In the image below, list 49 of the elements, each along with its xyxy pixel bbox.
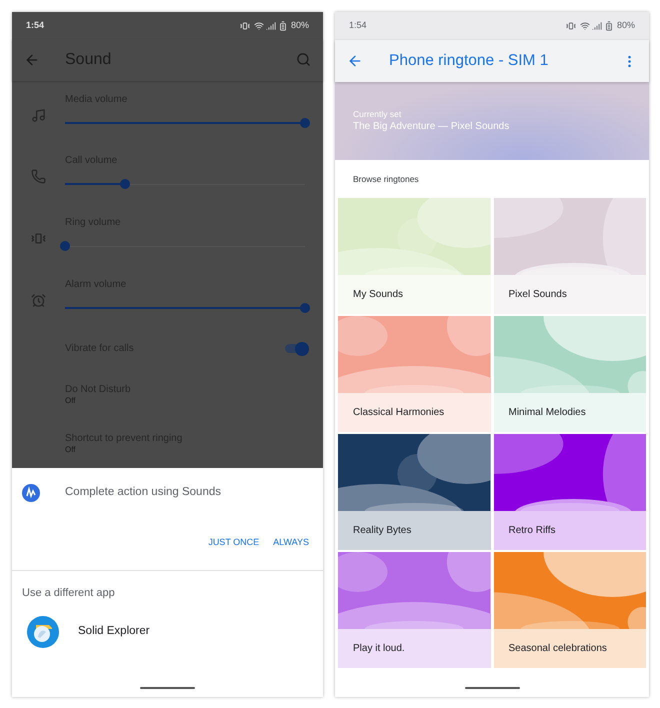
slider-icon	[31, 292, 46, 308]
battery-icon	[604, 21, 614, 31]
status-time: 1:54	[26, 18, 44, 32]
battery-percent: 80%	[290, 18, 309, 32]
toggle-switch[interactable]	[283, 342, 309, 356]
vibrate-icon	[566, 21, 576, 31]
status-time: 1:54	[349, 19, 367, 32]
section-heading: Browse ringtones	[352, 172, 420, 186]
banner-label: Currently set	[353, 108, 402, 120]
tile-label: Retro Riffs	[494, 511, 646, 550]
tile-label: My Sounds	[338, 275, 490, 314]
search-icon[interactable]	[296, 52, 311, 68]
wifi-icon	[254, 20, 264, 31]
tile-label: Pixel Sounds	[494, 275, 646, 314]
slider-thumb[interactable]	[60, 241, 70, 252]
nav-handle[interactable]	[140, 687, 195, 689]
slider-icon	[31, 108, 46, 123]
signal-icon	[592, 21, 602, 31]
tile-label: Minimal Melodies	[494, 393, 646, 432]
slider-icon	[31, 231, 46, 246]
app-icon	[22, 484, 40, 502]
battery-icon	[278, 20, 288, 31]
app-name: Solid Explorer	[78, 624, 150, 639]
signal-icon	[266, 20, 276, 31]
tile-label: Reality Bytes	[338, 511, 490, 550]
slider-thumb[interactable]	[300, 118, 310, 128]
dialog-title: Complete action using Sounds	[65, 485, 221, 500]
screen-title: Phone ringtone - SIM 1	[389, 51, 548, 72]
slider-thumb[interactable]	[300, 302, 310, 313]
back-icon[interactable]	[347, 53, 363, 69]
banner-value: The Big Adventure — Pixel Sounds	[353, 120, 510, 134]
section-heading: Use a different app	[22, 586, 116, 601]
vibrate-icon	[240, 20, 250, 31]
dialog-button[interactable]: JUST ONCE	[204, 532, 264, 554]
app-list-item[interactable]: Solid Explorer	[12, 602, 323, 662]
tile-label: Seasonal celebrations	[494, 629, 646, 668]
battery-percent: 80%	[616, 19, 635, 32]
tile-label: Classical Harmonies	[338, 393, 490, 432]
ringtone-tile[interactable]: Pixel Sounds	[494, 198, 646, 314]
ringtone-tile[interactable]: Seasonal celebrations	[494, 552, 646, 668]
slider-thumb[interactable]	[120, 179, 130, 190]
nav-handle[interactable]	[464, 687, 520, 689]
app-icon	[27, 616, 59, 648]
tile-label: Play it loud.	[338, 629, 490, 668]
wifi-icon	[580, 21, 590, 31]
back-icon[interactable]	[24, 52, 40, 68]
slider-icon	[31, 169, 46, 184]
ringtone-tile[interactable]: Retro Riffs	[494, 434, 646, 550]
dialog-button[interactable]: ALWAYS	[269, 532, 313, 554]
